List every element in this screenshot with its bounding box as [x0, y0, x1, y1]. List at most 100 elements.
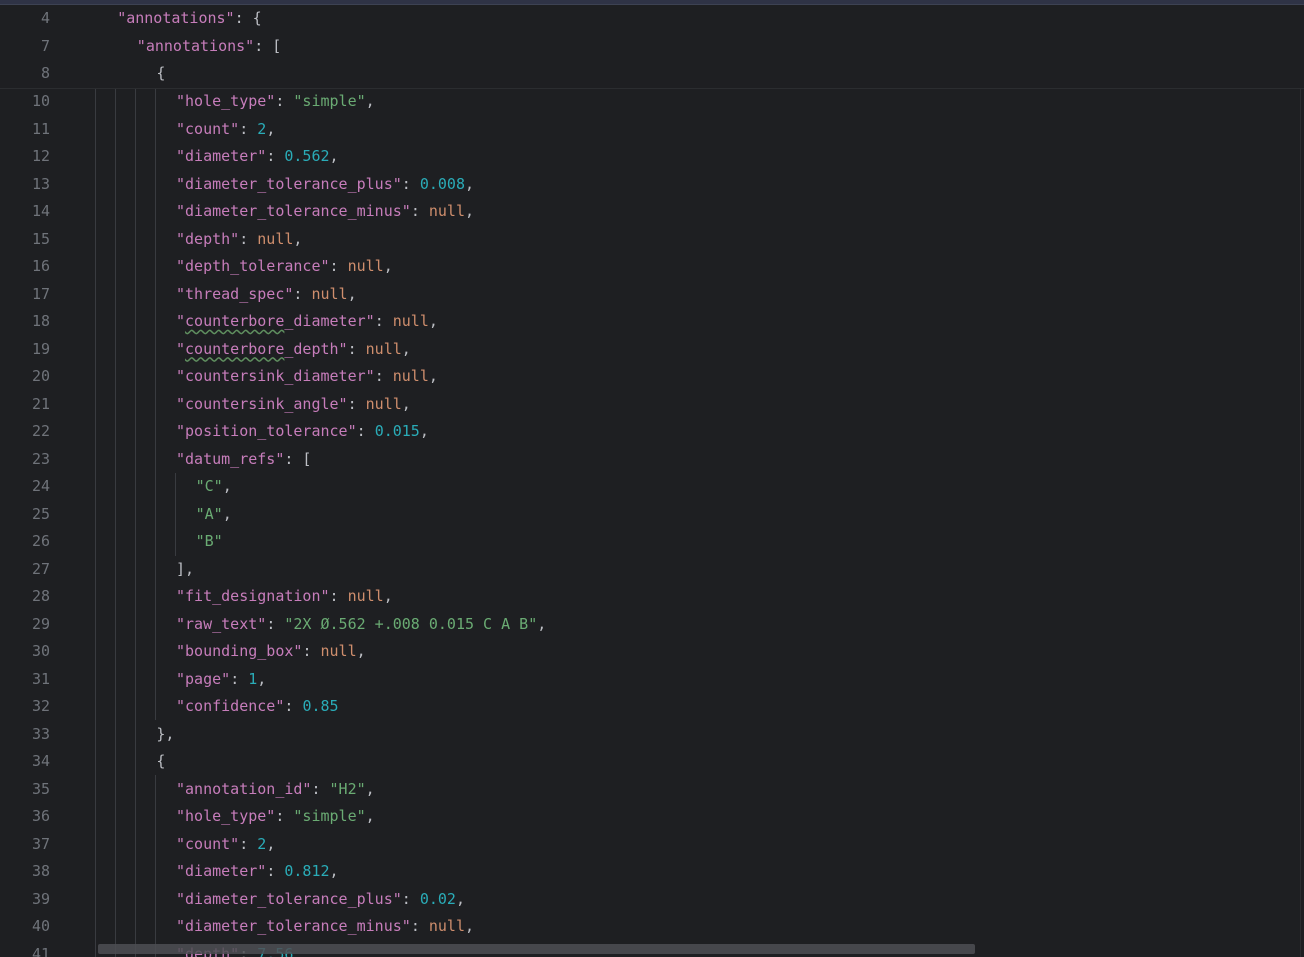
- line-number[interactable]: 31: [0, 666, 50, 693]
- line-number[interactable]: 19: [0, 336, 50, 363]
- code-text[interactable]: "count": 2,: [176, 116, 275, 143]
- line-number[interactable]: 38: [0, 858, 50, 885]
- code-line[interactable]: 18 "counterbore_diameter": null,: [0, 308, 1304, 335]
- code-line[interactable]: 14 "diameter_tolerance_minus": null,: [0, 198, 1304, 225]
- code-line[interactable]: 40 "diameter_tolerance_minus": null,: [0, 913, 1304, 940]
- code-text[interactable]: "depth_tolerance": null,: [176, 253, 393, 280]
- code-line[interactable]: 19 "counterbore_depth": null,: [0, 336, 1304, 363]
- line-number[interactable]: 41: [0, 941, 50, 957]
- line-number[interactable]: 34: [0, 748, 50, 775]
- code-text[interactable]: "diameter": 0.562,: [176, 143, 339, 170]
- code-line[interactable]: 17 "thread_spec": null,: [0, 281, 1304, 308]
- line-number[interactable]: 16: [0, 253, 50, 280]
- code-text[interactable]: "raw_text": "2X Ø.562 +.008 0.015 C A B"…: [176, 611, 546, 638]
- line-number[interactable]: 30: [0, 638, 50, 665]
- code-text[interactable]: "position_tolerance": 0.015,: [176, 418, 429, 445]
- line-number[interactable]: 20: [0, 363, 50, 390]
- code-text[interactable]: "diameter_tolerance_plus": 0.008,: [176, 171, 474, 198]
- code-line[interactable]: 20 "countersink_diameter": null,: [0, 363, 1304, 390]
- code-line[interactable]: 10 "hole_type": "simple",: [0, 88, 1304, 115]
- code-editor[interactable]: 4 "annotations": {7 "annotations": [8{ 10 "…: [0, 0, 1304, 957]
- code-line[interactable]: 33},: [0, 721, 1304, 748]
- code-text[interactable]: "counterbore_diameter": null,: [176, 308, 438, 335]
- code-line[interactable]: 7 "annotations": [: [0, 33, 1304, 60]
- code-line[interactable]: 31 "page": 1,: [0, 666, 1304, 693]
- code-text[interactable]: "count": 2,: [176, 831, 275, 858]
- line-number[interactable]: 33: [0, 721, 50, 748]
- line-number[interactable]: 7: [0, 33, 50, 60]
- code-line[interactable]: 28 "fit_designation": null,: [0, 583, 1304, 610]
- code-text[interactable]: "annotations": {: [117, 5, 262, 32]
- line-number[interactable]: 29: [0, 611, 50, 638]
- line-number[interactable]: 22: [0, 418, 50, 445]
- code-line[interactable]: 30 "bounding_box": null,: [0, 638, 1304, 665]
- code-line[interactable]: 38 "diameter": 0.812,: [0, 858, 1304, 885]
- code-text[interactable]: "depth": null,: [176, 226, 302, 253]
- code-line[interactable]: 4 "annotations": {: [0, 5, 1304, 32]
- code-text[interactable]: "fit_designation": null,: [176, 583, 393, 610]
- line-number[interactable]: 27: [0, 556, 50, 583]
- line-number[interactable]: 12: [0, 143, 50, 170]
- code-text[interactable]: "bounding_box": null,: [176, 638, 366, 665]
- code-text[interactable]: "hole_type": "simple",: [176, 88, 375, 115]
- code-line[interactable]: 36 "hole_type": "simple",: [0, 803, 1304, 830]
- code-text[interactable]: "annotations": [: [137, 33, 282, 60]
- code-text[interactable]: {: [156, 60, 165, 87]
- code-text[interactable]: "confidence": 0.85: [176, 693, 339, 720]
- code-line[interactable]: 12 "diameter": 0.562,: [0, 143, 1304, 170]
- code-body[interactable]: 10 "hole_type": "simple", 11 "count": 2, 12 "…: [0, 88, 1304, 957]
- code-text[interactable]: "B": [196, 528, 223, 555]
- code-line[interactable]: 34 {: [0, 748, 1304, 775]
- code-text[interactable]: "diameter_tolerance_minus": null,: [176, 913, 474, 940]
- code-line[interactable]: 8{: [0, 60, 1304, 87]
- code-line[interactable]: 23 "datum_refs": [: [0, 446, 1304, 473]
- code-line[interactable]: 13 "diameter_tolerance_plus": 0.008,: [0, 171, 1304, 198]
- code-text[interactable]: "diameter_tolerance_plus": 0.02,: [176, 886, 465, 913]
- line-number[interactable]: 18: [0, 308, 50, 335]
- code-line[interactable]: 15 "depth": null,: [0, 226, 1304, 253]
- line-number[interactable]: 37: [0, 831, 50, 858]
- code-text[interactable]: "page": 1,: [176, 666, 266, 693]
- line-number[interactable]: 15: [0, 226, 50, 253]
- line-number[interactable]: 32: [0, 693, 50, 720]
- code-text[interactable]: "A",: [196, 501, 232, 528]
- sticky-scroll-header[interactable]: 4 "annotations": {7 "annotations": [8{: [0, 5, 1304, 89]
- line-number[interactable]: 14: [0, 198, 50, 225]
- line-number[interactable]: 10: [0, 88, 50, 115]
- code-line[interactable]: 24 "C",: [0, 473, 1304, 500]
- code-text[interactable]: "countersink_angle": null,: [176, 391, 411, 418]
- line-number[interactable]: 26: [0, 528, 50, 555]
- code-text[interactable]: "C",: [196, 473, 232, 500]
- code-line[interactable]: 35 "annotation_id": "H2",: [0, 776, 1304, 803]
- line-number[interactable]: 24: [0, 473, 50, 500]
- line-number[interactable]: 11: [0, 116, 50, 143]
- code-line[interactable]: 11 "count": 2,: [0, 116, 1304, 143]
- code-line[interactable]: 21 "countersink_angle": null,: [0, 391, 1304, 418]
- line-number[interactable]: 40: [0, 913, 50, 940]
- code-line[interactable]: 27],: [0, 556, 1304, 583]
- code-text[interactable]: ],: [176, 556, 194, 583]
- code-text[interactable]: },: [156, 721, 174, 748]
- code-text[interactable]: "annotation_id": "H2",: [176, 776, 375, 803]
- code-text[interactable]: {: [156, 748, 165, 775]
- line-number[interactable]: 8: [0, 60, 50, 87]
- code-text[interactable]: "counterbore_depth": null,: [176, 336, 411, 363]
- code-line[interactable]: 26 "B": [0, 528, 1304, 555]
- line-number[interactable]: 21: [0, 391, 50, 418]
- line-number[interactable]: 13: [0, 171, 50, 198]
- code-line[interactable]: 32 "confidence": 0.85: [0, 693, 1304, 720]
- code-line[interactable]: 39 "diameter_tolerance_plus": 0.02,: [0, 886, 1304, 913]
- code-line[interactable]: 16 "depth_tolerance": null,: [0, 253, 1304, 280]
- code-text[interactable]: "countersink_diameter": null,: [176, 363, 438, 390]
- line-number[interactable]: 4: [0, 5, 50, 32]
- code-text[interactable]: "diameter": 0.812,: [176, 858, 339, 885]
- code-text[interactable]: "hole_type": "simple",: [176, 803, 375, 830]
- code-line[interactable]: 25 "A",: [0, 501, 1304, 528]
- code-text[interactable]: "datum_refs": [: [176, 446, 311, 473]
- code-line[interactable]: 22 "position_tolerance": 0.015,: [0, 418, 1304, 445]
- line-number[interactable]: 36: [0, 803, 50, 830]
- horizontal-scrollbar-thumb[interactable]: [98, 944, 975, 954]
- code-text[interactable]: "diameter_tolerance_minus": null,: [176, 198, 474, 225]
- line-number[interactable]: 35: [0, 776, 50, 803]
- line-number[interactable]: 28: [0, 583, 50, 610]
